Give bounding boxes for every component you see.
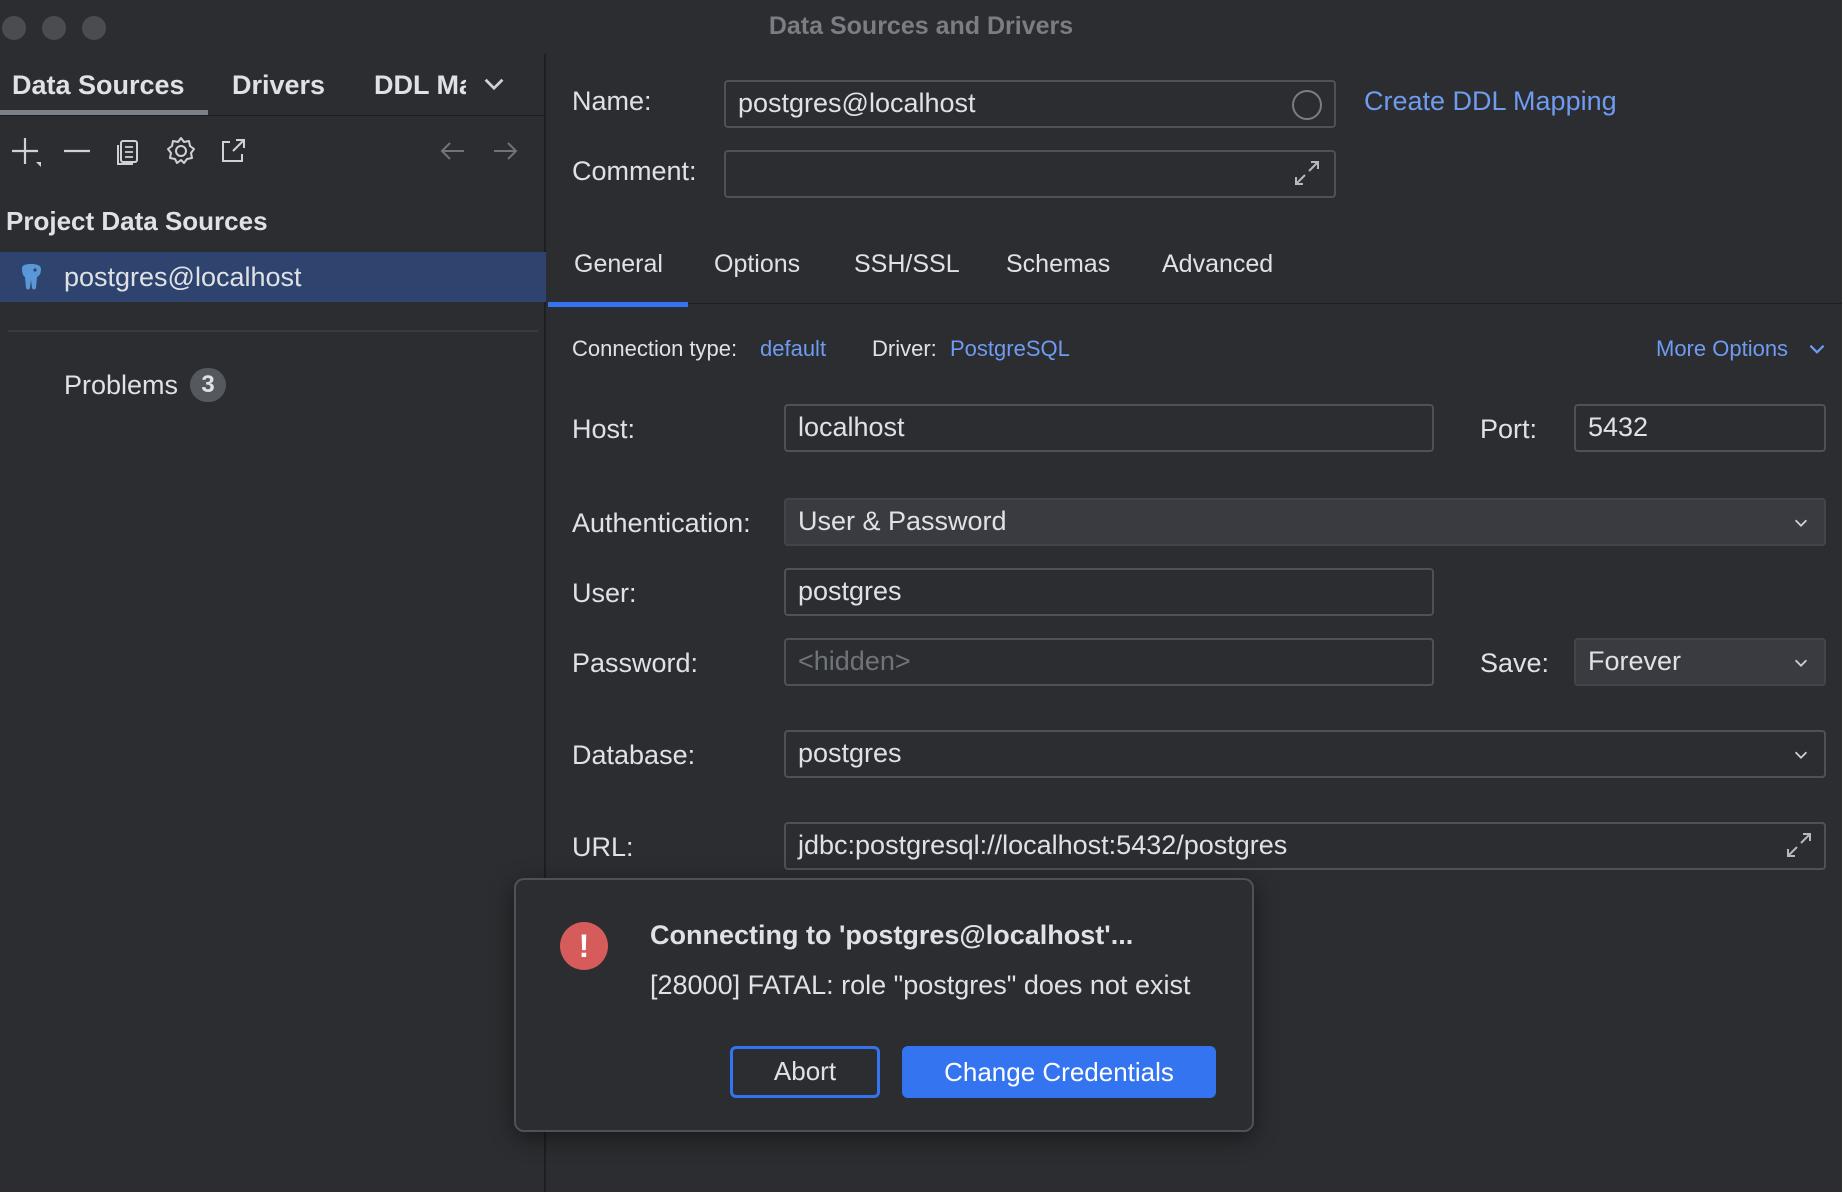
- project-data-sources-heading: Project Data Sources: [6, 206, 268, 236]
- more-options-link[interactable]: More Options: [1656, 336, 1788, 362]
- tabs-overflow-chevron-icon[interactable]: [480, 70, 508, 98]
- left-tab-bar: Data Sources Drivers DDL Ma: [0, 54, 546, 116]
- comment-field[interactable]: [724, 150, 1336, 198]
- tree-item-postgres-localhost[interactable]: postgres@localhost: [0, 252, 546, 302]
- dialog-title: Connecting to 'postgres@localhost'...: [650, 920, 1134, 950]
- save-label: Save:: [1480, 648, 1550, 678]
- error-icon: !: [560, 922, 608, 970]
- expand-comment-icon[interactable]: [1292, 158, 1322, 188]
- password-field[interactable]: <hidden>: [784, 638, 1434, 686]
- connection-error-dialog: ! Connecting to 'postgres@localhost'... …: [514, 878, 1254, 1132]
- change-credentials-button[interactable]: Change Credentials: [902, 1046, 1216, 1098]
- forward-arrow-icon[interactable]: [488, 134, 522, 168]
- tab-ssh-ssl[interactable]: SSH/SSL: [854, 250, 960, 279]
- host-label: Host:: [572, 414, 636, 444]
- create-ddl-mapping-link[interactable]: Create DDL Mapping: [1364, 86, 1617, 117]
- back-arrow-icon[interactable]: [436, 134, 470, 168]
- tab-drivers[interactable]: Drivers: [232, 70, 325, 101]
- port-field[interactable]: 5432: [1574, 404, 1826, 452]
- tab-advanced[interactable]: Advanced: [1162, 250, 1273, 279]
- user-field[interactable]: postgres: [784, 568, 1434, 616]
- active-tab-indicator: [0, 110, 208, 115]
- panel-divider: [8, 330, 538, 332]
- database-value: postgres: [798, 738, 902, 768]
- active-tab-indicator: [548, 302, 688, 307]
- tree-item-label: postgres@localhost: [64, 262, 302, 292]
- user-label: User:: [572, 578, 637, 608]
- authentication-label: Authentication:: [572, 508, 751, 538]
- problems-link[interactable]: Problems: [64, 370, 178, 401]
- authentication-select[interactable]: User & Password: [784, 498, 1826, 546]
- abort-button[interactable]: Abort: [730, 1046, 880, 1098]
- settings-tab-bar: General Options SSH/SSL Schemas Advanced: [548, 240, 1842, 304]
- problems-count-badge: 3: [190, 368, 226, 402]
- tab-schemas[interactable]: Schemas: [1006, 250, 1110, 279]
- chevron-down-icon: [1794, 659, 1808, 667]
- authentication-value: User & Password: [798, 506, 1007, 536]
- postgresql-elephant-icon: [16, 262, 46, 292]
- url-label: URL:: [572, 832, 634, 862]
- color-picker-icon[interactable]: [1292, 90, 1322, 120]
- more-options-chevron-icon[interactable]: [1806, 338, 1828, 360]
- database-select[interactable]: postgres: [784, 730, 1826, 778]
- add-icon[interactable]: [8, 134, 42, 168]
- driver-label: Driver:: [872, 336, 937, 361]
- open-external-icon[interactable]: [216, 134, 250, 168]
- remove-icon[interactable]: [60, 134, 94, 168]
- save-select[interactable]: Forever: [1574, 638, 1826, 686]
- driver-link[interactable]: PostgreSQL: [950, 336, 1070, 362]
- host-field[interactable]: localhost: [784, 404, 1434, 452]
- data-sources-window: Data Sources and Drivers Data Sources Dr…: [0, 0, 1842, 1192]
- url-field[interactable]: jdbc:postgresql://localhost:5432/postgre…: [784, 822, 1826, 870]
- connection-type-label: Connection type:: [572, 336, 738, 361]
- save-value: Forever: [1588, 646, 1682, 676]
- comment-label: Comment:: [572, 156, 697, 186]
- chevron-down-icon: [1794, 519, 1808, 527]
- connection-type-link[interactable]: default: [760, 336, 826, 362]
- database-label: Database:: [572, 740, 696, 770]
- copy-icon[interactable]: [112, 134, 146, 168]
- tab-ddl-mappings[interactable]: DDL Ma: [374, 70, 466, 101]
- chevron-down-icon: [1794, 751, 1808, 759]
- tab-data-sources[interactable]: Data Sources: [12, 70, 185, 101]
- password-label: Password:: [572, 648, 699, 678]
- title-bar: Data Sources and Drivers: [0, 0, 1842, 54]
- expand-url-icon[interactable]: [1784, 830, 1814, 860]
- port-label: Port:: [1480, 414, 1538, 444]
- tab-general[interactable]: General: [574, 250, 663, 279]
- dialog-message: [28000] FATAL: role "postgres" does not …: [650, 970, 1191, 1000]
- tab-options[interactable]: Options: [714, 250, 800, 279]
- name-label: Name:: [572, 86, 652, 116]
- settings-icon[interactable]: [164, 134, 198, 168]
- name-field[interactable]: postgres@localhost: [724, 80, 1336, 128]
- window-title: Data Sources and Drivers: [768, 12, 1074, 40]
- left-panel: Data Sources Drivers DDL Ma Project Data…: [0, 54, 546, 1192]
